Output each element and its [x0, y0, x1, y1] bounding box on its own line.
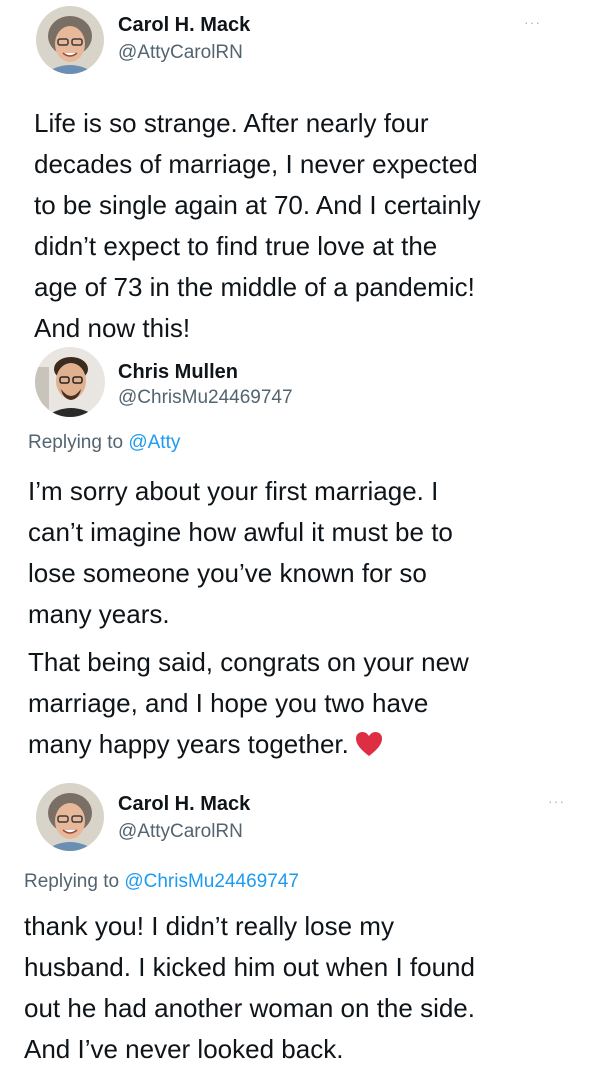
tweet-text: Life is so strange. After nearly four de…	[34, 103, 574, 349]
avatar[interactable]	[36, 783, 104, 851]
tweet-text: I’m sorry about your first marriage. I c…	[28, 471, 583, 635]
tweet-2: Chris Mullen @ChrisMu24469747 Replying t…	[0, 345, 597, 775]
reply-mention-link[interactable]: @ChrisMu24469747	[124, 871, 299, 892]
avatar[interactable]	[35, 347, 105, 417]
more-options-icon[interactable]: ···	[524, 14, 541, 30]
more-options-icon[interactable]: ···	[548, 793, 565, 809]
author-handle[interactable]: @AttyCarolRN	[118, 42, 243, 64]
text-line: I’m sorry about your first marriage. I	[28, 476, 439, 506]
text-line: can’t imagine how awful it must be to	[28, 517, 453, 547]
replying-to-label: Replying to	[28, 432, 129, 453]
text-line: Life is so strange. After nearly four	[34, 108, 429, 138]
replying-to: Replying to @ChrisMu24469747	[24, 871, 299, 893]
text-line: husband. I kicked him out when I found	[24, 952, 475, 982]
text-line: And now this!	[34, 313, 191, 343]
red-heart-icon	[355, 728, 383, 769]
text-line: And I’ve never looked back.	[24, 1034, 344, 1064]
tweet-text: thank you! I didn’t really lose my husba…	[24, 906, 589, 1070]
text-line: to be single again at 70. And I certainl…	[34, 190, 481, 220]
text-line: many years.	[28, 599, 170, 629]
text-line: out he had another woman on the side.	[24, 993, 475, 1023]
replying-to: Replying to @Atty	[28, 432, 180, 454]
reply-mention-link[interactable]: @Atty	[128, 432, 180, 453]
profile-photo-icon	[36, 783, 104, 851]
profile-photo-icon	[36, 6, 104, 74]
text-line: thank you! I didn’t really lose my	[24, 911, 394, 941]
text-line: many happy years together.	[28, 729, 349, 759]
author-handle[interactable]: @AttyCarolRN	[118, 821, 243, 843]
text-line: lose someone you’ve known for so	[28, 558, 427, 588]
text-line: didn’t expect to find true love at the	[34, 231, 438, 261]
author-name[interactable]: Carol H. Mack	[118, 793, 250, 816]
avatar[interactable]	[36, 6, 104, 74]
profile-photo-icon	[35, 347, 105, 417]
tweet-1: Carol H. Mack @AttyCarolRN ··· Life is s…	[0, 0, 597, 345]
text-line: decades of marriage, I never expected	[34, 149, 478, 179]
replying-to-label: Replying to	[24, 871, 125, 892]
author-handle[interactable]: @ChrisMu24469747	[118, 387, 293, 409]
text-line: That being said, congrats on your new	[28, 647, 469, 677]
author-name[interactable]: Carol H. Mack	[118, 14, 250, 37]
text-line-with-emoji: many happy years together.	[28, 724, 583, 769]
author-name[interactable]: Chris Mullen	[118, 361, 238, 384]
text-line: age of 73 in the middle of a pandemic!	[34, 272, 475, 302]
text-line: marriage, and I hope you two have	[28, 688, 429, 718]
tweet-3: Carol H. Mack @AttyCarolRN ··· Replying …	[0, 775, 597, 1075]
tweet-text: That being said, congrats on your new ma…	[28, 642, 583, 769]
